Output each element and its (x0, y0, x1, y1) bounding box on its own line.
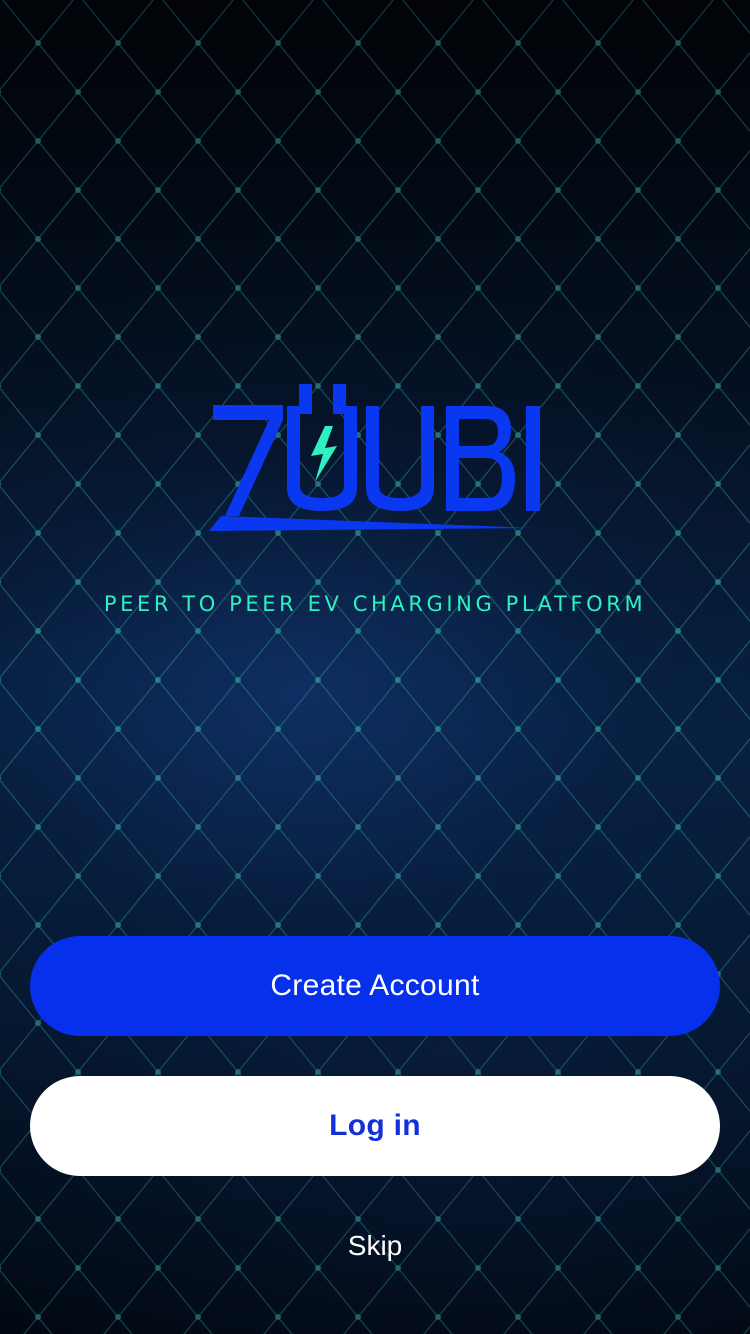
login-button[interactable]: Log in (30, 1076, 720, 1176)
zuubi-logo (209, 384, 540, 531)
welcome-screen: PEER TO PEER EV CHARGING PLATFORM Create… (0, 0, 750, 1334)
skip-link[interactable]: Skip (0, 1230, 750, 1262)
create-account-button[interactable]: Create Account (30, 936, 720, 1036)
tagline: PEER TO PEER EV CHARGING PLATFORM (103, 592, 647, 616)
